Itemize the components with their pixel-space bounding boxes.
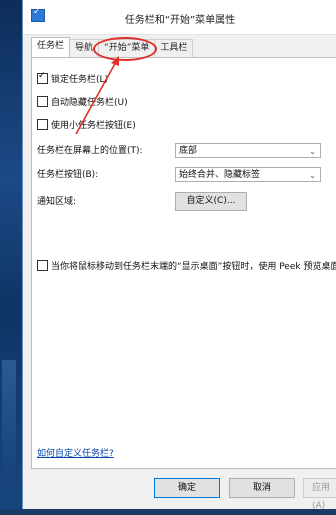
apply-button[interactable]: 应用(A) bbox=[303, 478, 336, 511]
lock-taskbar-option[interactable]: 锁定任务栏(L) bbox=[37, 71, 109, 85]
small-buttons-option[interactable]: 使用小任务栏按钮(E) bbox=[37, 118, 136, 131]
buttons-select[interactable]: 始终合并、隐藏标签 ⌄ bbox=[175, 167, 321, 182]
desktop-background bbox=[0, 0, 22, 509]
tab-taskbar[interactable]: 任务栏 bbox=[31, 37, 71, 57]
auto-hide-label: 自动隐藏任务栏(U) bbox=[51, 98, 128, 108]
cancel-button[interactable]: 取消 bbox=[229, 478, 295, 498]
help-link[interactable]: 如何自定义任务栏? bbox=[37, 446, 114, 459]
position-label: 任务栏在屏幕上的位置(T): bbox=[37, 146, 143, 156]
buttons-label: 任务栏按钮(B): bbox=[37, 170, 99, 180]
chevron-down-icon: ⌄ bbox=[309, 147, 316, 156]
small-buttons-label: 使用小任务栏按钮(E) bbox=[51, 121, 136, 131]
lock-taskbar-checkbox[interactable] bbox=[37, 71, 48, 84]
lock-taskbar-label: 锁定任务栏(L) bbox=[51, 75, 109, 85]
small-buttons-checkbox[interactable] bbox=[37, 119, 48, 130]
taskbar-tab-panel: 锁定任务栏(L) 自动隐藏任务栏(U) 使用小任务栏按钮(E) 任务栏在屏幕上的… bbox=[31, 57, 336, 469]
tab-toolbars[interactable]: 工具栏 bbox=[154, 39, 194, 57]
window-title: 任务栏和“开始”菜单属性 bbox=[124, 15, 236, 26]
position-value: 底部 bbox=[179, 146, 198, 156]
title-bar[interactable]: 任务栏和“开始”菜单属性 bbox=[23, 0, 336, 35]
customize-button[interactable]: 自定义(C)... bbox=[175, 192, 247, 211]
chevron-down-icon: ⌄ bbox=[309, 171, 316, 180]
buttons-value: 始终合并、隐藏标签 bbox=[179, 170, 261, 180]
annotation-ellipse bbox=[93, 37, 157, 61]
peek-option[interactable]: 当你将鼠标移动到任务栏末端的“显示桌面”按钮时，使用 Peek 预览桌面 bbox=[37, 259, 336, 272]
auto-hide-option[interactable]: 自动隐藏任务栏(U) bbox=[37, 95, 128, 108]
properties-dialog: 任务栏和“开始”菜单属性 任务栏 导航 “开始”菜单 工具栏 锁定任务栏(L) … bbox=[22, 0, 336, 511]
auto-hide-checkbox[interactable] bbox=[37, 96, 48, 107]
ok-button[interactable]: 确定 bbox=[154, 478, 220, 498]
notification-area-label: 通知区域: bbox=[37, 197, 77, 207]
peek-checkbox[interactable] bbox=[37, 260, 48, 271]
position-select[interactable]: 底部 ⌄ bbox=[175, 143, 321, 158]
peek-label: 当你将鼠标移动到任务栏末端的“显示桌面”按钮时，使用 Peek 预览桌面 bbox=[51, 262, 336, 272]
